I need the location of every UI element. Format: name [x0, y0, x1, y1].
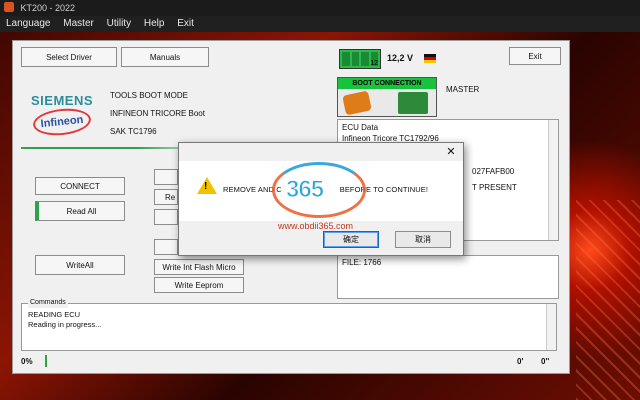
menu-exit[interactable]: Exit — [177, 18, 194, 29]
elapsed-time: 0' — [517, 357, 524, 366]
voltage-readout: 12,2 V — [387, 53, 414, 63]
ecu-data-partial-2: T PRESENT — [472, 183, 517, 192]
file-label: FILE: 1766 — [342, 258, 382, 267]
exit-button[interactable]: Exit — [509, 47, 561, 65]
protocol-label: INFINEON TRICORE Boot — [110, 109, 205, 118]
write-int-flash-button[interactable]: Write Int Flash Micro — [154, 259, 244, 275]
battery-icon: 12 — [339, 49, 381, 69]
file-panel: FILE: 1766 — [337, 255, 559, 299]
watermark-url: www.obdii365.com — [278, 221, 354, 231]
manuals-button[interactable]: Manuals — [121, 47, 209, 67]
cancel-button[interactable]: 取消 — [395, 231, 451, 248]
boot-connection-panel: BOOT CONNECTION — [337, 77, 437, 117]
app-title: KT200 - 2022 — [20, 3, 76, 13]
progress-percent: 0% — [21, 357, 33, 366]
log-line: Reading in progress... — [28, 320, 102, 329]
master-label: MASTER — [446, 85, 480, 94]
write-all-button[interactable]: WriteAll — [35, 255, 125, 275]
app-logo-icon — [4, 2, 14, 12]
cpu-label: SAK TC1796 — [110, 127, 157, 136]
commands-legend: Commands — [28, 298, 68, 308]
app-titlebar: KT200 - 2022 — [0, 0, 640, 16]
menubar: Language Master Utility Help Exit — [0, 16, 640, 32]
battery-number: 12 — [370, 60, 378, 67]
menu-help[interactable]: Help — [144, 18, 165, 29]
ecu-data-partial-1: 027FAFB00 — [472, 167, 515, 176]
menu-language[interactable]: Language — [6, 18, 51, 29]
progress-bar — [45, 355, 505, 367]
read-button[interactable]: Re — [154, 189, 178, 205]
boot-connection-label: BOOT CONNECTION — [338, 78, 436, 89]
infineon-logo: Infineon — [31, 106, 93, 138]
programmer-device-icon — [342, 90, 372, 116]
siemens-logo: SIEMENS — [31, 93, 94, 108]
commands-scrollbar[interactable] — [546, 304, 556, 350]
watermark-logo: 365 — [285, 176, 324, 204]
read-all-button[interactable]: Read All — [35, 201, 125, 221]
ecu-data-scrollbar[interactable] — [548, 120, 558, 240]
boot-mode-label: TOOLS BOOT MODE — [110, 91, 188, 100]
partial-button-3[interactable] — [154, 209, 178, 225]
ecu-data-title: ECU Data — [342, 123, 379, 132]
partial-button-4[interactable] — [154, 239, 178, 255]
background-circuit — [576, 200, 640, 400]
menu-utility[interactable]: Utility — [107, 18, 131, 29]
commands-log: Commands READING ECU Reading in progress… — [21, 298, 557, 351]
ecu-board-icon — [398, 92, 428, 114]
select-driver-button[interactable]: Select Driver — [21, 47, 117, 67]
partial-button-1[interactable] — [154, 169, 178, 185]
connect-button[interactable]: CONNECT — [35, 177, 125, 195]
close-icon[interactable]: ✕ — [445, 145, 457, 158]
warning-icon-mark: ! — [204, 181, 208, 192]
flag-icon — [424, 54, 436, 63]
write-eeprom-button[interactable]: Write Eeprom — [154, 277, 244, 293]
ok-button[interactable]: 确定 — [323, 231, 379, 248]
remaining-time: 0'' — [541, 357, 550, 366]
menu-master[interactable]: Master — [63, 18, 94, 29]
log-line: READING ECU — [28, 310, 81, 319]
